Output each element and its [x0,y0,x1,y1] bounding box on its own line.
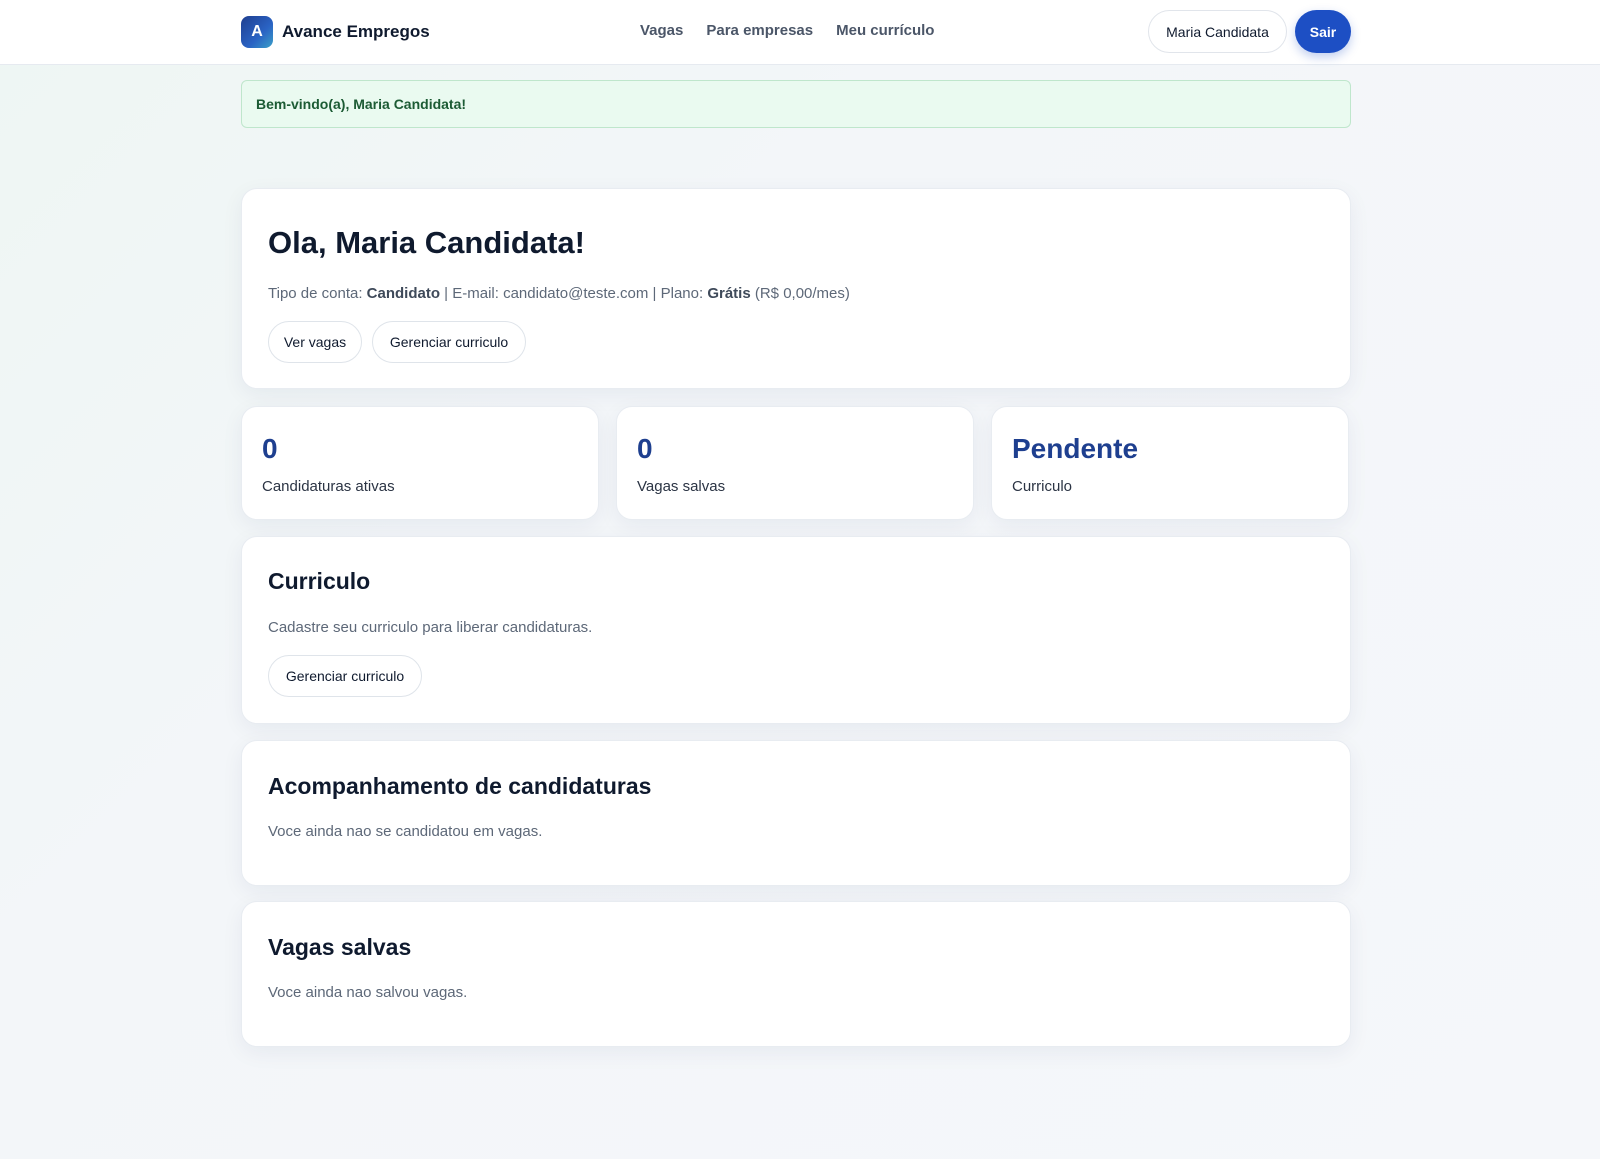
stat-value: 0 [262,433,278,464]
stat-label: Candidaturas ativas [262,478,395,495]
resume-title: Curriculo [268,568,371,594]
logout-button[interactable]: Sair [1295,10,1351,53]
top-navbar: A Avance Empregos Vagas Para empresas Me… [0,0,1600,65]
applications-title: Acompanhamento de candidaturas [268,773,652,799]
nav-link-para-empresas[interactable]: Para empresas [706,22,813,39]
manage-resume-button[interactable]: Gerenciar curriculo [372,321,526,363]
brand-logo-icon: A [241,16,273,48]
account-info: Tipo de conta: Candidato | E-mail: candi… [268,285,850,302]
brand-name: Avance Empregos [282,22,430,41]
stat-label: Vagas salvas [637,478,726,495]
welcome-title: Ola, Maria Candidata! [268,225,585,260]
saved-jobs-card: Vagas salvas Voce ainda nao salvou vagas… [241,901,1351,1047]
main-nav: Vagas Para empresas Meu currículo [640,22,934,39]
stat-card-resume-status: Pendente Curriculo [991,406,1349,520]
applications-card: Acompanhamento de candidaturas Voce aind… [241,740,1351,886]
resume-card: Curriculo Cadastre seu curriculo para li… [241,536,1351,724]
brand-link[interactable]: A Avance Empregos [241,16,430,48]
stat-card-applications: 0 Candidaturas ativas [241,406,599,520]
applications-empty-text: Voce ainda nao se candidatou em vagas. [268,823,543,840]
nav-link-vagas[interactable]: Vagas [640,22,683,39]
email-info: | E-mail: candidato@teste.com | Plano: [440,285,708,302]
flash-message: Bem-vindo(a), Maria Candidata! [241,80,1351,128]
account-type-value: Candidato [366,285,441,302]
plan-price: (R$ 0,00/mes) [750,285,850,302]
stat-value: 0 [637,433,653,464]
nav-link-meu-curriculo[interactable]: Meu currículo [836,22,934,39]
welcome-card: Ola, Maria Candidata! Tipo de conta: Can… [241,188,1351,389]
plan-value: Grátis [707,285,751,302]
view-jobs-button[interactable]: Ver vagas [268,321,362,363]
stat-value: Pendente [1012,433,1139,464]
stat-card-saved-jobs: 0 Vagas salvas [616,406,974,520]
account-type-label: Tipo de conta: [268,285,367,302]
stat-label: Curriculo [1012,478,1073,495]
saved-jobs-title: Vagas salvas [268,934,412,960]
saved-jobs-empty-text: Voce ainda nao salvou vagas. [268,984,468,1001]
manage-resume-button[interactable]: Gerenciar curriculo [268,655,422,697]
resume-text: Cadastre seu curriculo para liberar cand… [268,619,593,636]
user-account-button[interactable]: Maria Candidata [1148,10,1287,53]
